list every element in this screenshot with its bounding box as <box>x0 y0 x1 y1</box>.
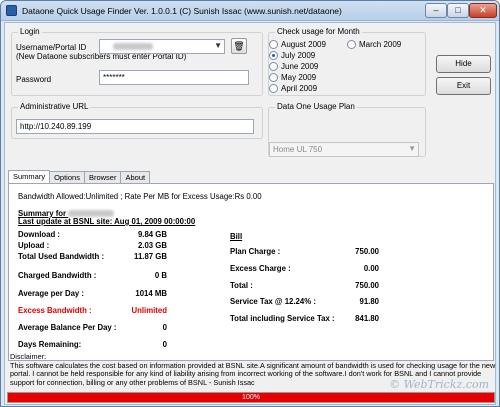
radio-june-2009[interactable]: June 2009 <box>269 62 318 71</box>
username-redacted <box>113 43 153 51</box>
charged-bandwidth-value: 0 B <box>154 271 167 280</box>
download-value: 9.84 GB <box>137 230 167 239</box>
password-label: Password <box>16 75 52 84</box>
excess-bandwidth-value: Unlimited <box>131 306 167 315</box>
total-label: Total : <box>230 281 253 290</box>
avg-per-day-label: Average per Day : <box>18 289 85 298</box>
summary-panel: Bandwidth Allowed:Unlimited ; Rate Per M… <box>8 183 494 361</box>
delete-user-button[interactable]: 🗑 <box>231 38 247 54</box>
tab-options[interactable]: Options <box>49 171 85 183</box>
progress-label: 100% <box>242 394 260 401</box>
days-remaining-label: Days Remaining: <box>18 340 82 349</box>
radio-march-2009[interactable]: March 2009 <box>347 40 401 49</box>
app-window: Dataone Quick Usage Finder Ver. 1.0.0.1 … <box>0 0 500 407</box>
avg-per-day-value: 1014 MB <box>135 289 167 298</box>
tab-bar: Summary Options Browser About <box>8 170 151 183</box>
app-icon <box>6 5 17 16</box>
avg-balance-label: Average Balance Per Day : <box>18 323 117 332</box>
plan-charge-label: Plan Charge : <box>230 247 281 256</box>
window-title: Dataone Quick Usage Finder Ver. 1.0.0.1 … <box>22 6 342 16</box>
total-value: 750.00 <box>355 281 379 290</box>
username-label: Username/Portal ID <box>16 43 87 52</box>
radio-april-2009[interactable]: April 2009 <box>269 84 317 93</box>
radio-august-2009[interactable]: August 2009 <box>269 40 326 49</box>
chevron-down-icon[interactable]: ▼ <box>214 41 222 50</box>
maximize-button[interactable]: □ <box>447 3 469 18</box>
excess-charge-value: 0.00 <box>363 264 379 273</box>
username-field[interactable]: ▼ <box>99 39 225 54</box>
grand-total-label: Total including Service Tax : <box>230 314 335 323</box>
exit-button[interactable]: Exit <box>436 77 491 95</box>
total-used-label: Total Used Bandwidth : <box>18 252 105 261</box>
last-update: Last update at BSNL site: Aug 01, 2009 0… <box>18 217 196 226</box>
upload-value: 2.03 GB <box>137 241 167 250</box>
upload-label: Upload : <box>18 241 50 250</box>
tab-summary[interactable]: Summary <box>8 170 51 183</box>
minimize-button[interactable]: – <box>425 3 447 18</box>
admin-url-group-label: Administrative URL <box>18 102 91 111</box>
excess-bandwidth-label: Excess Bandwidth : <box>18 306 92 315</box>
plan-select[interactable]: Home UL 750 ▼ <box>269 142 419 157</box>
days-remaining-value: 0 <box>162 340 167 349</box>
close-button[interactable]: ✕ <box>469 3 497 18</box>
title-bar[interactable]: Dataone Quick Usage Finder Ver. 1.0.0.1 … <box>1 1 499 21</box>
bandwidth-info: Bandwidth Allowed:Unlimited ; Rate Per M… <box>18 192 262 201</box>
hide-button[interactable]: Hide <box>436 55 491 73</box>
total-used-value: 11.87 GB <box>134 252 167 261</box>
progress-bar: 100% <box>7 392 495 403</box>
bill-heading: Bill <box>230 232 243 241</box>
month-group-label: Check usage for Month <box>275 27 362 36</box>
excess-charge-label: Excess Charge : <box>230 264 291 273</box>
grand-total-value: 841.80 <box>355 314 379 323</box>
avg-balance-value: 0 <box>162 323 167 332</box>
watermark: © WebTrickz.com <box>389 378 489 391</box>
trash-icon: 🗑 <box>233 41 245 51</box>
password-field[interactable]: ******* <box>99 70 249 85</box>
tab-about[interactable]: About <box>120 171 151 183</box>
download-label: Download : <box>18 230 61 239</box>
radio-july-2009[interactable]: July 2009 <box>269 51 315 60</box>
admin-url-input[interactable]: http://10.240.89.199 <box>16 119 254 134</box>
chevron-down-icon[interactable]: ▼ <box>408 144 416 153</box>
radio-may-2009[interactable]: May 2009 <box>269 73 316 82</box>
service-tax-value: 91.80 <box>359 297 379 306</box>
service-tax-label: Service Tax @ 12.24% : <box>230 297 316 306</box>
charged-bandwidth-label: Charged Bandwidth : <box>18 271 97 280</box>
plan-group-label: Data One Usage Plan <box>275 102 357 111</box>
plan-charge-value: 750.00 <box>355 247 379 256</box>
client-area: Login Username/Portal ID (New Dataone su… <box>4 22 496 405</box>
tab-browser[interactable]: Browser <box>83 171 122 183</box>
login-group-label: Login <box>18 27 42 36</box>
